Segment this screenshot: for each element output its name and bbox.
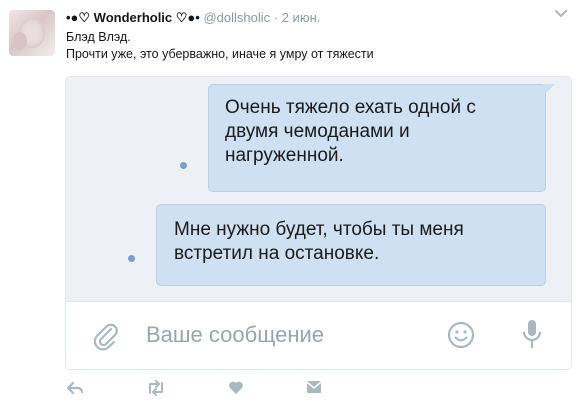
message-line: Очень тяжело ехать одной с (225, 97, 476, 118)
chevron-down-icon[interactable] (554, 8, 568, 20)
smiley-icon[interactable] (446, 320, 476, 350)
message-line: двумя чемоданами и (225, 121, 410, 142)
unread-dot (128, 255, 135, 262)
reply-icon[interactable] (66, 380, 84, 396)
message-bubble: Очень тяжело ехать одной с двумя чемодан… (208, 84, 555, 192)
microphone-icon[interactable] (521, 318, 543, 352)
attached-image[interactable]: Очень тяжело ехать одной с двумя чемодан… (65, 76, 572, 370)
unread-dot (180, 162, 187, 169)
tweet-text: Блэд Влэд. Прочти уже, это уберважно, ин… (66, 29, 374, 63)
avatar[interactable] (9, 10, 55, 56)
retweet-icon[interactable] (146, 380, 166, 396)
chat-area: Очень тяжело ехать одной с двумя чемодан… (66, 77, 571, 300)
tweet-date[interactable]: 2 июн. (282, 10, 321, 25)
bubble-tail (543, 84, 555, 96)
avatar-image-shape (13, 32, 27, 50)
display-name[interactable]: •●♡ Wonderholic ♡●• (66, 10, 200, 25)
message-bubble: Мне нужно будет, чтобы ты меня встретил … (156, 204, 546, 286)
message-line: встретил на остановке. (174, 243, 380, 264)
tweet-text-line: Блэд Влэд. (66, 30, 131, 44)
handle[interactable]: @dollsholic (203, 10, 270, 25)
tweet-text-line: Прочти уже, это уберважно, иначе я умру … (66, 47, 374, 61)
tweet-header: •●♡ Wonderholic ♡●• @dollsholic · 2 июн. (66, 10, 320, 26)
message-input[interactable]: Ваше сообщение (146, 322, 324, 348)
paperclip-icon[interactable] (91, 321, 121, 351)
message-composer: Ваше сообщение (66, 301, 571, 369)
message-line: Мне нужно будет, чтобы ты меня (174, 219, 464, 240)
message-line: нагруженной. (225, 145, 344, 166)
envelope-icon[interactable] (306, 380, 322, 394)
heart-icon[interactable] (228, 380, 244, 395)
separator: · (273, 10, 279, 25)
